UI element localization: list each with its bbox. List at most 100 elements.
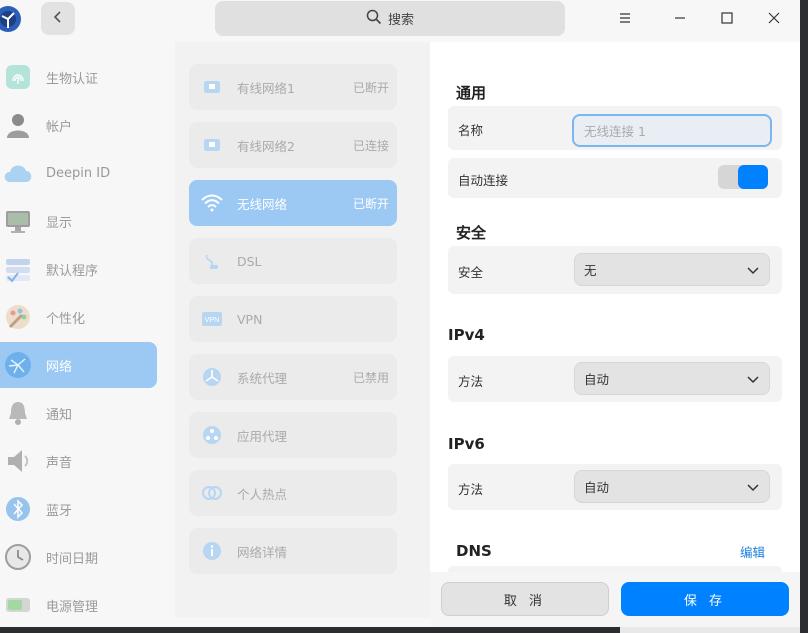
ipv6-method-row: 方法 自动 (448, 464, 782, 510)
sidebar-item-label: 网络 (46, 359, 73, 375)
network-item-dsl[interactable]: DSL (189, 238, 397, 284)
network-item-status: 已连接 (352, 138, 389, 153)
app-proxy-icon (201, 424, 223, 446)
sidebar-item-label: 声音 (46, 455, 73, 471)
dns-edit-link[interactable]: 编辑 (740, 542, 765, 561)
connection-settings-panel: 通用 名称 无线连接 1 自动连接 安全 安全 无 IPv4 方法 自动 IPv… (430, 42, 800, 618)
network-item-status: 已禁用 (352, 370, 389, 385)
hotspot-icon (201, 482, 223, 504)
sidebar-item-personalization[interactable]: 个性化 (0, 294, 157, 340)
speaker-icon (2, 445, 34, 477)
network-item-label: 无线网络 (237, 196, 288, 212)
titlebar: 搜索 (0, 0, 800, 42)
fingerprint-icon (2, 61, 34, 93)
sidebar-item-default-apps[interactable]: 默认程序 (0, 246, 157, 292)
network-item-label: 个人热点 (237, 486, 288, 502)
network-item-label: 有线网络1 (237, 80, 295, 96)
sidebar-item-power[interactable]: 电源管理 (0, 582, 157, 627)
autoconnect-label: 自动连接 (458, 173, 509, 188)
network-item-status: 已断开 (352, 80, 389, 95)
network-item-label: DSL (237, 253, 262, 269)
section-title-dns: DNS (456, 542, 492, 560)
control-center-window: 搜索 生物认证 帐户 Deepin ID 显示 默认程序 个性化 网络 通知 声… (0, 0, 800, 627)
sidebar-item-account[interactable]: 帐户 (0, 102, 157, 148)
wifi-icon (201, 192, 223, 214)
back-arrow-icon (52, 9, 64, 28)
maximize-button[interactable] (712, 4, 742, 32)
svg-text:VPN: VPN (205, 317, 219, 324)
chevron-down-icon (746, 372, 760, 391)
autoconnect-toggle[interactable] (718, 165, 768, 189)
network-item-system-proxy[interactable]: 系统代理 已禁用 (189, 354, 397, 400)
sidebar-item-notification[interactable]: 通知 (0, 390, 157, 436)
save-button[interactable]: 保 存 (621, 582, 789, 616)
sidebar-item-label: 帐户 (46, 119, 73, 135)
search-placeholder: 搜索 (387, 13, 414, 28)
network-item-wireless[interactable]: 无线网络 已断开 (189, 180, 397, 226)
close-button[interactable] (759, 4, 789, 32)
bluetooth-icon (2, 493, 34, 525)
clock-icon (2, 541, 34, 573)
app-logo-icon (0, 4, 22, 34)
close-icon (768, 9, 780, 28)
network-list-panel: 有线网络1 已断开 有线网络2 已连接 无线网络 已断开 DSL VPN VPN… (175, 42, 430, 618)
minimize-icon (674, 9, 686, 28)
network-item-label: VPN (237, 311, 263, 327)
security-select-value: 无 (584, 263, 597, 278)
network-item-details[interactable]: 网络详情 (189, 528, 397, 574)
sidebar-item-label: Deepin ID (46, 165, 111, 181)
menu-button[interactable] (610, 4, 640, 32)
ipv6-method-label: 方法 (458, 482, 484, 497)
section-title-ipv4: IPv4 (448, 326, 485, 344)
network-item-label: 系统代理 (237, 370, 288, 386)
chevron-down-icon (746, 263, 760, 282)
autoconnect-row: 自动连接 (448, 158, 782, 198)
desktop-background-bottom (0, 627, 808, 633)
security-row: 安全 无 (448, 246, 782, 294)
network-item-app-proxy[interactable]: 应用代理 (189, 412, 397, 458)
connection-name-placeholder: 无线连接 1 (584, 124, 646, 139)
back-button[interactable] (41, 2, 75, 35)
network-item-wired-1[interactable]: 有线网络1 已断开 (189, 64, 397, 110)
sidebar-item-sound[interactable]: 声音 (0, 438, 157, 484)
sidebar: 生物认证 帐户 Deepin ID 显示 默认程序 个性化 网络 通知 声音 蓝… (0, 42, 165, 627)
sidebar-item-datetime[interactable]: 时间日期 (0, 534, 157, 580)
dsl-icon (201, 250, 223, 272)
battery-icon (2, 589, 34, 621)
connection-name-input[interactable]: 无线连接 1 (572, 114, 772, 147)
sidebar-item-label: 通知 (46, 407, 73, 423)
ipv6-method-select[interactable]: 自动 (574, 470, 770, 503)
ipv4-method-select[interactable]: 自动 (574, 362, 770, 395)
bell-icon (2, 397, 34, 429)
sidebar-item-deepin-id[interactable]: Deepin ID (0, 150, 157, 196)
network-item-status: 已断开 (352, 196, 389, 211)
cancel-button[interactable]: 取 消 (441, 582, 609, 616)
sidebar-item-network[interactable]: 网络 (0, 342, 157, 388)
taskbar-fragment (620, 627, 800, 633)
system-proxy-icon (201, 366, 223, 388)
section-title-ipv6: IPv6 (448, 435, 485, 453)
sidebar-item-label: 默认程序 (46, 263, 99, 279)
sidebar-item-label: 显示 (46, 215, 73, 231)
maximize-icon (721, 9, 733, 28)
default-apps-icon (2, 253, 34, 285)
network-item-label: 有线网络2 (237, 138, 295, 154)
security-select[interactable]: 无 (574, 253, 770, 286)
ipv4-method-value: 自动 (584, 372, 610, 387)
cloud-icon (2, 157, 34, 189)
sidebar-item-display[interactable]: 显示 (0, 198, 157, 244)
network-item-label: 应用代理 (237, 428, 288, 444)
network-item-vpn[interactable]: VPN VPN (189, 296, 397, 342)
network-item-hotspot[interactable]: 个人热点 (189, 470, 397, 516)
network-icon (2, 349, 34, 381)
name-label: 名称 (458, 123, 484, 138)
sidebar-item-biometric[interactable]: 生物认证 (0, 54, 157, 100)
sidebar-item-label: 时间日期 (46, 551, 99, 567)
network-item-wired-2[interactable]: 有线网络2 已连接 (189, 122, 397, 168)
section-title-security: 安全 (456, 224, 487, 242)
search-input[interactable]: 搜索 (215, 1, 565, 36)
wired-icon (201, 76, 223, 98)
sidebar-item-label: 蓝牙 (46, 503, 73, 519)
minimize-button[interactable] (665, 4, 695, 32)
sidebar-item-bluetooth[interactable]: 蓝牙 (0, 486, 157, 532)
